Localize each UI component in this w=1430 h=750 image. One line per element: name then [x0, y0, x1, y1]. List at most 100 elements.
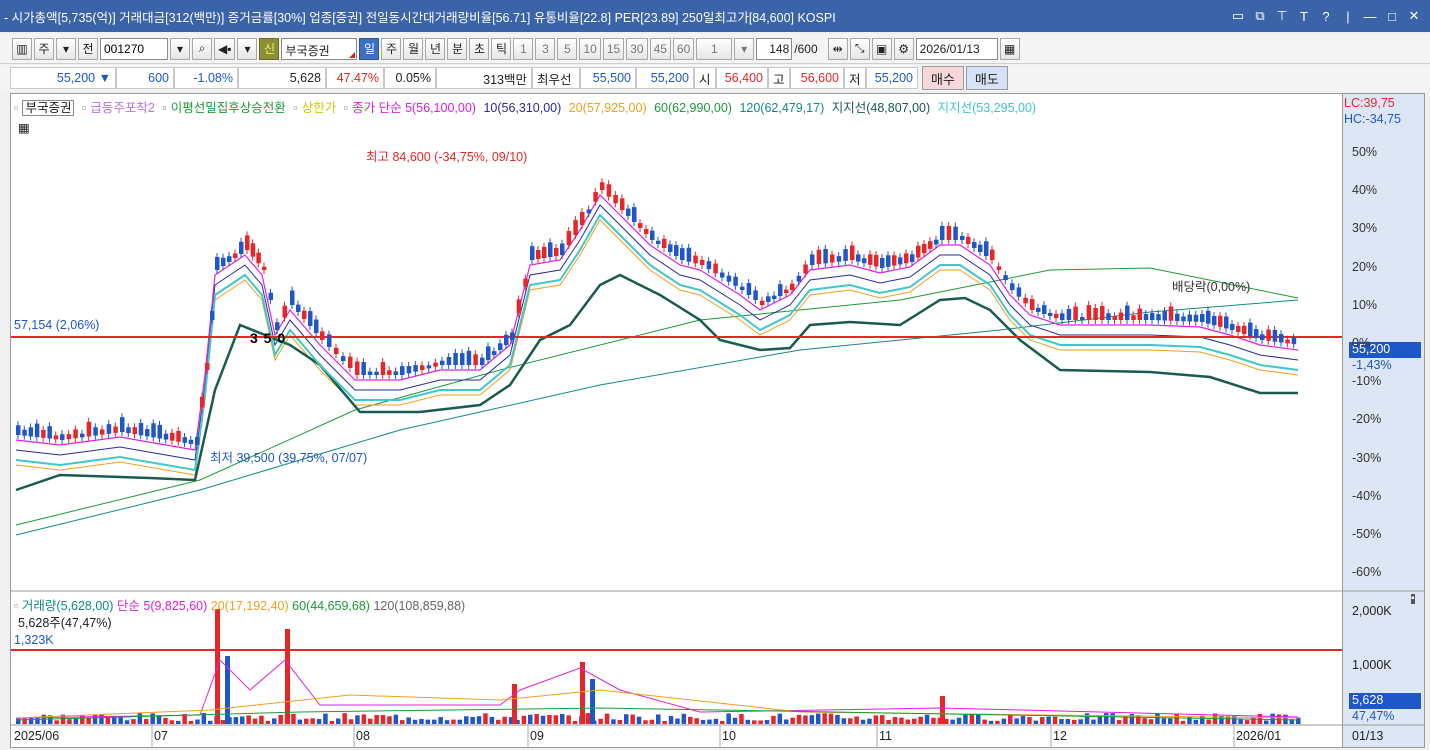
volume-bar — [713, 718, 719, 724]
candle-body — [466, 350, 472, 365]
candle-body — [996, 266, 1002, 270]
candle-body — [66, 434, 72, 440]
candle-body — [60, 434, 65, 440]
candle-body — [151, 423, 156, 438]
volume-bar — [323, 713, 328, 724]
volume-bar — [995, 720, 1000, 724]
volume-bar — [496, 719, 501, 724]
candle-body — [221, 257, 226, 266]
legend-vol-ma20[interactable]: 20(17,192,40) — [211, 599, 289, 613]
volume-bar — [1052, 716, 1058, 724]
candle-body — [910, 254, 915, 262]
candle-body — [886, 255, 891, 267]
legend-support[interactable]: 지지선(48,807,00) — [832, 101, 930, 115]
ref-line-label: 57,154 (2,06%) — [14, 318, 100, 332]
volume-bar — [1251, 717, 1256, 724]
volume-bar — [822, 713, 827, 724]
candle-body — [1248, 322, 1253, 336]
volume-bar — [432, 719, 437, 724]
volume-bar — [444, 720, 450, 724]
candle-body — [420, 365, 425, 370]
price-legend: ▫ 부국증권 ▫ 급등주포착2 ▫ 이평선밀집후상승전환 ▫ 상한가 ▫ 종가 단순 5(… — [14, 97, 1040, 116]
volume-bar — [521, 715, 527, 724]
candle-body — [227, 256, 232, 262]
candle-body — [320, 331, 325, 340]
legend-ma10[interactable]: 10(56,310,00) — [483, 101, 561, 115]
volume-bar — [700, 720, 706, 724]
volume-bar — [764, 720, 770, 724]
price-axis-label: 40% — [1352, 183, 1378, 198]
volume-bar — [1027, 717, 1032, 724]
legend-ma20[interactable]: 20(57,925,00) — [569, 101, 647, 115]
legend-indicator-3[interactable]: 상한가 — [302, 101, 337, 115]
price-axis-label: 50% — [1352, 145, 1378, 159]
candle-body — [1118, 312, 1124, 320]
candle-body — [73, 429, 78, 439]
legend-vol-ma120[interactable]: 120(108,859,88) — [373, 599, 465, 613]
table-icon[interactable]: ▦ — [18, 120, 30, 135]
volume-bar — [438, 717, 443, 724]
candle-body — [355, 361, 360, 375]
legend-ma5[interactable]: 종가 단순 5(56,100,00) — [352, 101, 476, 115]
volume-bar — [624, 714, 629, 724]
volume-bar — [796, 714, 802, 724]
legend-ma120[interactable]: 120(62,479,17) — [739, 101, 824, 115]
candle-body — [157, 424, 162, 439]
volume-bar — [1084, 713, 1090, 724]
legend-vol-ma5[interactable]: 단순 5(9,825,60) — [117, 599, 207, 613]
volume-bar — [732, 717, 738, 724]
candle-body — [480, 357, 485, 365]
volume-bar — [745, 719, 751, 724]
volume-bar — [969, 713, 975, 724]
candle-body — [86, 421, 92, 437]
candle-body — [53, 435, 59, 440]
volume-bar — [99, 714, 104, 724]
candle-body — [836, 256, 842, 262]
candle-body — [1279, 334, 1284, 343]
candle-body — [275, 322, 280, 330]
legend-vol-ma60[interactable]: 60(44,659,68) — [292, 599, 370, 613]
volume-bar — [1168, 718, 1173, 724]
volume-bar — [1238, 718, 1243, 724]
ma60-line — [15, 267, 1299, 526]
legend-support2[interactable]: 지지선(53,295,00) — [938, 101, 1036, 115]
candle-body — [940, 225, 945, 240]
volume-bar — [630, 714, 635, 724]
candle-body — [433, 362, 438, 367]
candle-body — [341, 356, 346, 361]
volume-bar — [540, 715, 546, 724]
candle-body — [1254, 329, 1259, 338]
candle-body — [1236, 325, 1241, 332]
volume-bar — [694, 718, 699, 724]
candle-body — [523, 278, 528, 287]
legend-stock[interactable]: 부국증권 — [22, 100, 75, 116]
candle-body — [93, 427, 98, 436]
legend-indicator-2[interactable]: 이평선밀집후상승전환 — [171, 101, 286, 115]
candle-body — [668, 244, 673, 252]
handwritten-note: 3 5 0 — [250, 330, 287, 346]
volume-bar — [956, 717, 962, 724]
collapse-icon[interactable]: ▪ — [1411, 594, 1415, 604]
candle-body — [188, 439, 194, 444]
volume-bar — [848, 718, 853, 724]
candle-body — [510, 332, 515, 340]
volume-shares: 5,628주(47,47%) — [18, 616, 112, 630]
volume-bar — [1148, 719, 1154, 724]
volume-bar — [803, 715, 808, 724]
volume-bar — [534, 714, 539, 724]
current-price-pct: -1,43% — [1352, 358, 1392, 372]
volume-bar — [150, 713, 155, 724]
candle-body — [856, 254, 861, 262]
legend-volume[interactable]: 거래량(5,628,00) — [22, 599, 113, 613]
legend-indicator-1[interactable]: 급등주포착2 — [90, 101, 154, 115]
legend-ma60[interactable]: 60(62,990,00) — [654, 101, 732, 115]
candle-body — [393, 371, 399, 375]
candle-body — [680, 248, 685, 260]
candle-body — [542, 246, 547, 258]
volume-bar — [886, 719, 891, 724]
candle-body — [1162, 311, 1167, 321]
candle-body — [644, 228, 649, 234]
volume-bar — [483, 713, 488, 724]
volume-bar — [963, 713, 968, 724]
candle-body — [662, 238, 667, 248]
